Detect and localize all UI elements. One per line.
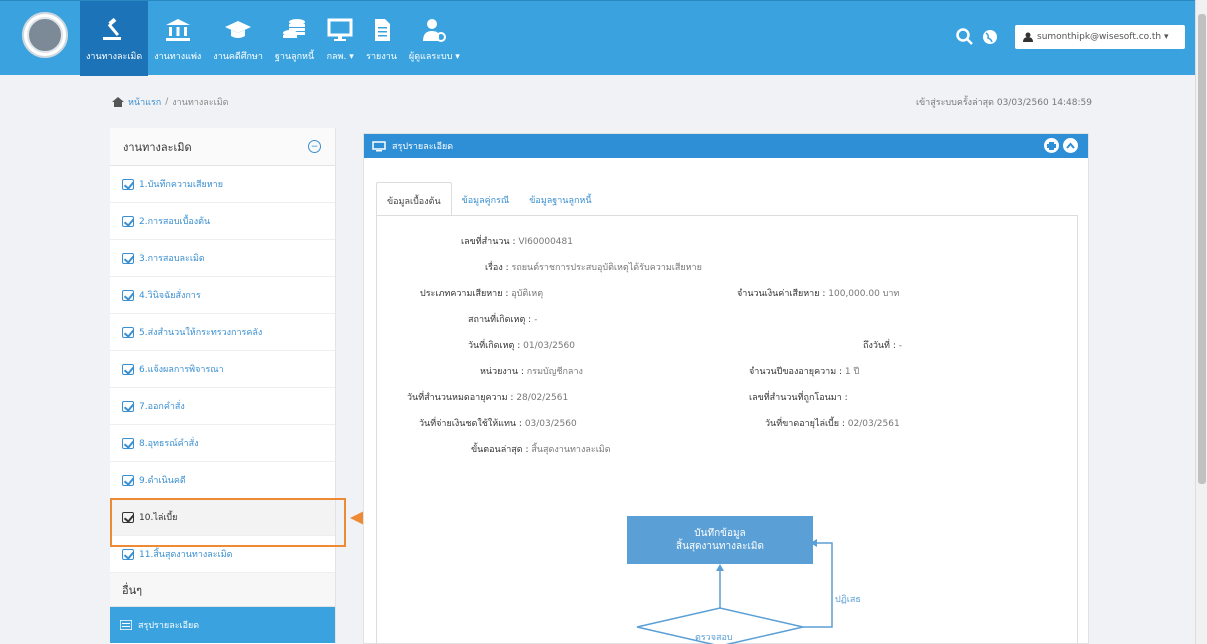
search-icon[interactable] [955, 27, 975, 47]
list-icon [120, 620, 132, 630]
sidebar-item-label: 4.วินิจฉัยสั่งการ [139, 291, 201, 301]
detail-tabs: ข้อมูลเบื้องต้น ข้อมูลคู่กรณี ข้อมูลฐานล… [376, 182, 602, 216]
sidebar-item-label: 8.อุทธรณ์คำสั่ง [139, 439, 199, 449]
sidebar-item-label: 2.การสอบเบื้องต้น [139, 217, 211, 227]
sidebar-item-decision[interactable]: 4.วินิจฉัยสั่งการ [110, 277, 335, 314]
highlight-box [110, 498, 346, 547]
user-icon [1023, 32, 1033, 42]
sidebar-item-send-ministry[interactable]: 5.ส่งสำนวนให้กระทรวงการคลัง [110, 314, 335, 351]
flow-node-line2: สิ้นสุดงานทางละเมิด [676, 541, 764, 552]
breadcrumb-separator: / [165, 97, 169, 107]
summary-panel: สรุปรายละเอียด ข้อมูลเบื้องต้น ข้อมูลคู่… [363, 133, 1089, 644]
check-icon [122, 178, 134, 190]
sidebar-header: งานทางละเมิด − [110, 128, 335, 166]
nav-case-study[interactable]: งานคดีศึกษา [207, 1, 269, 76]
user-email: sumonthipk@wisesoft.co.th ▾ [1037, 32, 1169, 42]
last-login: เข้าสู่ระบบครั้งล่าสุด 03/03/2560 14:48:… [915, 98, 1092, 108]
panel-title: สรุปรายละเอียด [392, 142, 454, 152]
sidebar-item-label: 3.การสอบละเมิด [139, 254, 205, 264]
home-icon [112, 97, 124, 107]
sidebar-item-label: สรุปรายละเอียด [138, 621, 200, 631]
user-menu[interactable]: sumonthipk@wisesoft.co.th ▾ [1015, 25, 1185, 49]
flow-label-check: ตรวจสอบ [695, 633, 733, 643]
top-navbar: งานทางละเมิด งานทางแพ่ง งานคดีศึกษา ฐานล… [0, 0, 1195, 76]
nav-label: ผู้ดูแลระบบ ▾ [408, 52, 460, 62]
check-icon [122, 215, 134, 227]
nav-label: ฐานลูกหนี้ [274, 52, 315, 62]
nav-report[interactable]: รายงาน [360, 1, 403, 76]
print-icon[interactable] [1044, 138, 1059, 153]
nav-debtor[interactable]: ฐานลูกหนี้ [269, 1, 320, 76]
main-nav: งานทางละเมิด งานทางแพ่ง งานคดีศึกษา ฐานล… [80, 1, 466, 76]
monitor-icon [327, 18, 353, 41]
breadcrumb-current: งานทางละเมิด [172, 98, 229, 108]
breadcrumb: หน้าแรก / งานทางละเมิด [112, 95, 228, 109]
gavel-icon [103, 17, 122, 40]
sidebar-item-label: 6.แจ้งผลการพิจารณา [139, 365, 224, 375]
check-icon [122, 252, 134, 264]
sidebar-item-label: 7.ออกคำสั่ง [139, 402, 185, 412]
sidebar-item-label: 5.ส่งสำนวนให้กระทรวงการคลัง [139, 328, 263, 338]
check-icon [122, 363, 134, 375]
sidebar-item-litigation[interactable]: 9.ดำเนินคดี [110, 462, 335, 499]
monitor-icon [372, 140, 386, 151]
flow-label-reject: ปฏิเสธ [835, 595, 861, 605]
flow-node-record[interactable]: บันทึกข้อมูล สิ้นสุดงานทางละเมิด [627, 516, 813, 564]
agency-logo[interactable] [22, 12, 68, 58]
check-icon [122, 400, 134, 412]
flow-node-line1: บันทึกข้อมูล [694, 528, 746, 539]
nav-label: งานทางละเมิด [86, 52, 143, 62]
sidebar-item-summary[interactable]: สรุปรายละเอียด [110, 607, 335, 643]
scroll-thumb[interactable] [1198, 14, 1206, 484]
page-scrollbar[interactable] [1195, 0, 1207, 644]
tab-basic-info[interactable]: ข้อมูลเบื้องต้น [376, 182, 452, 216]
user-gear-icon [423, 19, 447, 42]
sidebar-item-label: 11.สิ้นสุดงานทางละเมิด [139, 550, 233, 560]
coins-icon [282, 19, 305, 38]
nav-civil[interactable]: งานทางแพ่ง [148, 1, 207, 76]
check-icon [122, 289, 134, 301]
document-icon [374, 19, 390, 41]
chevron-up-icon[interactable] [1063, 138, 1078, 153]
sidebar-item-preliminary[interactable]: 2.การสอบเบื้องต้น [110, 203, 335, 240]
nav-committee[interactable]: กลพ. ▾ [320, 1, 360, 76]
nav-label: งานทางแพ่ง [154, 52, 202, 62]
sidebar-item-order[interactable]: 7.ออกคำสั่ง [110, 388, 335, 425]
sidebar-item-appeal[interactable]: 8.อุทธรณ์คำสั่ง [110, 425, 335, 462]
tab-parties[interactable]: ข้อมูลคู่กรณี [452, 182, 520, 216]
nav-label: งานคดีศึกษา [213, 52, 263, 62]
sidebar-item-notify[interactable]: 6.แจ้งผลการพิจารณา [110, 351, 335, 388]
sidebar-title: งานทางละเมิด [123, 140, 192, 154]
nav-admin[interactable]: ผู้ดูแลระบบ ▾ [403, 1, 466, 76]
check-icon [122, 548, 134, 560]
sidebar-item-label: 9.ดำเนินคดี [139, 476, 186, 486]
graduation-icon [225, 21, 252, 38]
bank-icon [165, 19, 190, 41]
globe-icon[interactable] [980, 27, 1000, 47]
panel-header: สรุปรายละเอียด [364, 134, 1088, 158]
check-icon [122, 474, 134, 486]
tab-content: เลขที่สำนวน : VI60000481 เรื่อง : รถยนต์… [376, 215, 1078, 644]
nav-label: กลพ. ▾ [326, 52, 354, 62]
sidebar-item-label: 1.บันทึกความเสียหาย [139, 180, 223, 190]
sidebar: งานทางละเมิด − 1.บันทึกความเสียหาย 2.การ… [110, 128, 336, 644]
collapse-icon[interactable]: − [308, 140, 321, 153]
check-icon [122, 437, 134, 449]
nav-tort[interactable]: งานทางละเมิด [80, 1, 149, 76]
sidebar-item-record-damage[interactable]: 1.บันทึกความเสียหาย [110, 166, 335, 203]
check-icon [122, 326, 134, 338]
breadcrumb-home[interactable]: หน้าแรก [128, 95, 161, 109]
sidebar-section-other: อื่นๆ [110, 573, 335, 607]
workflow-diagram [636, 539, 833, 644]
sidebar-item-investigation[interactable]: 3.การสอบละเมิด [110, 240, 335, 277]
tab-debtor-data[interactable]: ข้อมูลฐานลูกหนี้ [519, 182, 601, 216]
nav-label: รายงาน [366, 52, 397, 62]
